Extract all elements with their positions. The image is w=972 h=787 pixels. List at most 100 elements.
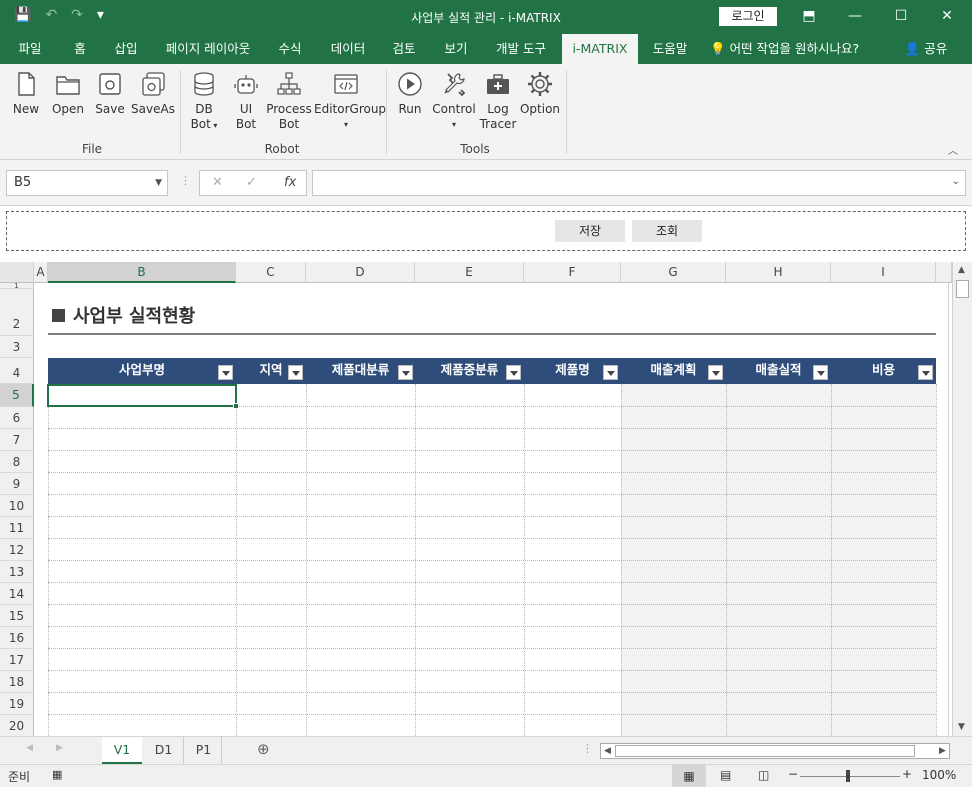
minimize-icon[interactable]: — [832,0,878,34]
horizontal-scrollbar[interactable]: ◀ ▶ [600,743,950,759]
normal-view-icon[interactable]: ▦ [672,765,706,787]
scroll-tabs-left-icon[interactable]: ◀ [26,743,33,753]
tab-page-layout[interactable]: 페이지 레이아웃 [152,34,264,64]
page-break-view-icon[interactable]: ◫ [758,768,769,782]
table-row[interactable] [48,407,936,429]
scroll-right-icon[interactable]: ▶ [939,746,946,756]
header-cell-division[interactable]: 사업부명 [48,358,236,384]
tab-insert[interactable]: 삽입 [104,34,148,64]
filter-dropdown-icon[interactable] [918,365,933,380]
save-data-button[interactable]: 저장 [555,220,625,242]
control-button[interactable]: Control ▾ [432,70,476,132]
row-header-8[interactable]: 8 [0,451,34,473]
row-header-18[interactable]: 18 [0,671,34,693]
col-header-b[interactable]: B [48,262,236,283]
table-row[interactable] [48,627,936,649]
formula-input[interactable]: ⌄ [312,170,966,196]
row-header-17[interactable]: 17 [0,649,34,671]
splitter-icon[interactable]: ⋮ [582,742,593,755]
undo-icon[interactable]: ↶ [45,7,57,23]
process-bot-button[interactable]: Process Bot [266,70,312,132]
table-row[interactable] [48,495,936,517]
name-box[interactable]: B5 ▼ [6,170,168,196]
filter-dropdown-icon[interactable] [708,365,723,380]
row-header-16[interactable]: 16 [0,627,34,649]
sheet-tab-v1[interactable]: V1 [102,737,142,764]
sheet-tab-p1[interactable]: P1 [186,737,222,764]
col-header-c[interactable]: C [236,262,306,283]
customize-qat-icon[interactable]: ▾ [97,7,104,23]
hscroll-thumb[interactable] [615,745,915,757]
table-row[interactable] [48,649,936,671]
collapse-ribbon-icon[interactable]: ︿ [948,142,958,157]
filter-dropdown-icon[interactable] [603,365,618,380]
tab-data[interactable]: 데이터 [320,34,376,64]
col-header-d[interactable]: D [306,262,415,283]
redo-icon[interactable]: ↷ [71,7,83,23]
scroll-up-icon[interactable]: ▲ [958,265,965,275]
saveas-button[interactable]: SaveAs [130,70,176,117]
log-tracer-button[interactable]: Log Tracer [478,70,518,132]
col-header-a[interactable]: A [34,262,48,283]
filter-dropdown-icon[interactable] [506,365,521,380]
open-button[interactable]: Open [48,70,88,117]
row-header-6[interactable]: 6 [0,407,34,429]
row-header-5[interactable]: 5 [0,384,34,407]
ribbon-display-icon[interactable]: ⬒ [786,0,832,34]
tab-view[interactable]: 보기 [434,34,478,64]
row-header-14[interactable]: 14 [0,583,34,605]
splitter-icon[interactable]: ⋮ [180,174,191,187]
scroll-thumb[interactable] [956,280,969,298]
row-header-7[interactable]: 7 [0,429,34,451]
new-button[interactable]: New [8,70,44,117]
row-header-10[interactable]: 10 [0,495,34,517]
filter-dropdown-icon[interactable] [398,365,413,380]
table-row[interactable] [48,605,936,627]
tab-developer[interactable]: 개발 도구 [486,34,556,64]
tab-formulas[interactable]: 수식 [268,34,312,64]
macro-record-icon[interactable]: ▦ [52,768,62,781]
tab-help[interactable]: 도움말 [644,34,696,64]
enter-icon[interactable]: ✓ [246,175,257,190]
col-header-f[interactable]: F [524,262,621,283]
table-row[interactable] [48,473,936,495]
row-header-3[interactable]: 3 [0,336,34,358]
row-header-12[interactable]: 12 [0,539,34,561]
fill-handle[interactable] [233,403,239,409]
scroll-left-icon[interactable]: ◀ [604,746,611,756]
table-row[interactable] [48,693,936,715]
editor-group-button[interactable]: EditorGroup ▾ [314,70,386,132]
option-button[interactable]: Option [518,70,562,117]
table-row[interactable] [48,517,936,539]
table-row[interactable] [48,671,936,693]
tell-me-search[interactable]: 💡 어떤 작업을 원하시나요? [710,34,870,64]
ui-bot-button[interactable]: UI Bot [228,70,264,132]
select-all-corner[interactable] [0,262,34,283]
save-icon[interactable]: 💾 [14,7,31,23]
row-header-4[interactable]: 4 [0,358,34,384]
zoom-level[interactable]: 100% [922,768,956,782]
db-bot-button[interactable]: DB Bot ▾ [186,70,222,133]
close-icon[interactable]: ✕ [924,0,970,34]
scroll-down-icon[interactable]: ▼ [958,722,965,732]
cancel-icon[interactable]: ✕ [212,175,223,190]
row-header-13[interactable]: 13 [0,561,34,583]
row-header-19[interactable]: 19 [0,693,34,715]
table-row[interactable] [48,715,936,737]
active-cell-b5[interactable] [47,384,237,407]
maximize-icon[interactable]: ☐ [878,0,924,34]
table-row[interactable] [48,561,936,583]
insert-function-icon[interactable]: fx [284,175,296,190]
table-row[interactable] [48,583,936,605]
table-row[interactable] [48,451,936,473]
row-header-20[interactable]: 20 [0,715,34,736]
scroll-tabs-right-icon[interactable]: ▶ [56,743,63,753]
save-button[interactable]: Save [92,70,128,117]
row-header-15[interactable]: 15 [0,605,34,627]
vertical-scrollbar[interactable]: ▲ ▼ [952,262,972,736]
table-row[interactable] [48,539,936,561]
sheet-tab-d1[interactable]: D1 [144,737,184,764]
tab-file[interactable]: 파일 [8,34,52,64]
zoom-in-icon[interactable]: + [902,767,912,781]
col-header-e[interactable]: E [415,262,524,283]
